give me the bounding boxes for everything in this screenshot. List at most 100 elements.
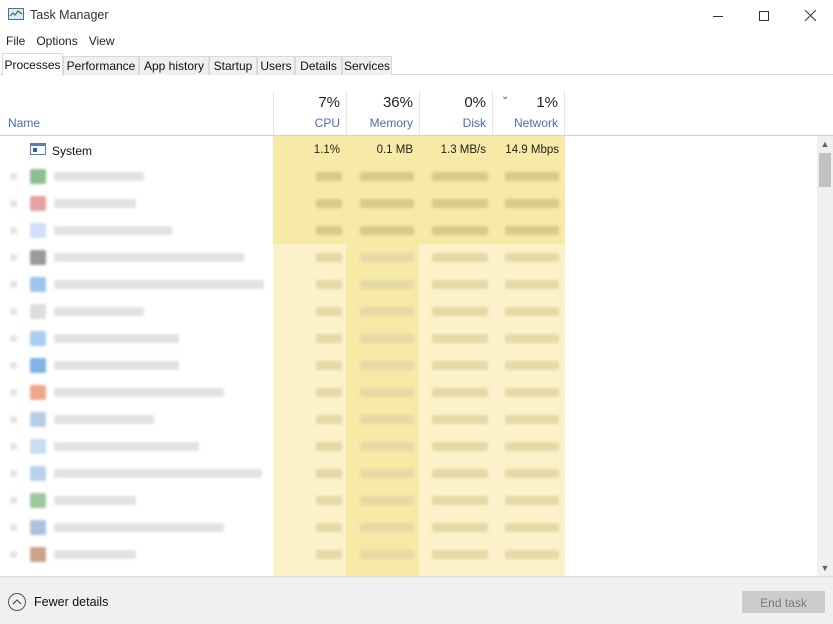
column-cpu[interactable]: 7% CPU [273,91,346,135]
process-memory-obscured [360,199,414,208]
table-row[interactable] [0,217,817,244]
scroll-down-arrow-icon[interactable]: ▼ [817,560,833,576]
table-row[interactable] [0,460,817,487]
tab-processes[interactable]: Processes [2,53,63,76]
process-disk-obscured [432,496,488,505]
process-name-obscured [54,523,224,532]
process-memory-obscured [360,388,414,397]
process-name-obscured [54,415,154,424]
expand-chevron-icon[interactable] [10,551,17,558]
process-disk-obscured [432,307,488,316]
tab-performance[interactable]: Performance [63,56,139,75]
table-row[interactable] [0,163,817,190]
footer-bar: Fewer details End task [0,576,833,624]
process-memory-obscured [360,280,414,289]
tab-startup[interactable]: Startup [209,56,257,75]
process-icon [30,277,46,292]
tab-users[interactable]: Users [257,56,295,75]
close-icon [804,10,816,21]
process-name-obscured [54,253,244,262]
column-memory[interactable]: 36% Memory [346,91,419,135]
process-disk-obscured [432,523,488,532]
process-disk-obscured [432,253,488,262]
table-row[interactable] [0,514,817,541]
process-cpu-obscured [316,415,342,424]
expand-chevron-icon[interactable] [10,308,17,315]
process-cpu-obscured [316,388,342,397]
table-row[interactable] [0,190,817,217]
table-row[interactable] [0,487,817,514]
maximize-icon [759,10,769,21]
expand-chevron-icon[interactable] [10,200,17,207]
system-window-icon [30,143,46,155]
process-memory-obscured [360,334,414,343]
expand-chevron-icon[interactable] [10,173,17,180]
scroll-up-arrow-icon[interactable]: ▲ [817,136,833,152]
table-row[interactable] [0,406,817,433]
tab-details[interactable]: Details [295,56,342,75]
process-memory-obscured [360,442,414,451]
column-name[interactable]: Name [8,116,40,130]
table-row[interactable] [0,541,817,568]
menu-view[interactable]: View [83,31,120,51]
memory-label: Memory [369,116,413,130]
column-network[interactable]: ⌄ 1% Network [492,91,565,135]
table-row[interactable] [0,325,817,352]
expand-chevron-icon[interactable] [10,254,17,261]
maximize-button[interactable] [741,0,787,31]
process-cpu-obscured [316,280,342,289]
expand-chevron-icon[interactable] [10,227,17,234]
process-name-obscured [54,334,179,343]
vertical-scrollbar[interactable]: ▲ ▼ [817,136,833,576]
sort-chevron-icon: ⌄ [501,91,510,102]
column-disk[interactable]: 0% Disk [419,91,492,135]
process-cpu-obscured [316,442,342,451]
cpu-label: CPU [314,116,340,130]
expand-chevron-icon[interactable] [10,362,17,369]
process-disk: 1.3 MB/s [440,144,486,156]
process-icon [30,304,46,319]
table-row[interactable] [0,433,817,460]
tab-services[interactable]: Services [342,56,392,75]
window-title: Task Manager [30,8,109,22]
process-cpu-obscured [316,469,342,478]
expand-chevron-icon[interactable] [10,281,17,288]
expand-chevron-icon[interactable] [10,443,17,450]
tab-app-history[interactable]: App history [139,56,209,75]
table-row[interactable] [0,298,817,325]
table-row[interactable] [0,352,817,379]
expand-chevron-icon[interactable] [10,497,17,504]
process-network-obscured [505,415,559,424]
table-row[interactable] [0,379,817,406]
process-network-obscured [505,442,559,451]
expand-chevron-icon[interactable] [10,389,17,396]
process-icon [30,250,46,265]
menu-bar: File Options View [0,31,833,51]
process-network-obscured [505,172,559,181]
process-memory-obscured [360,226,414,235]
expand-chevron-icon[interactable] [10,524,17,531]
process-disk-obscured [432,442,488,451]
expand-chevron-icon[interactable] [10,416,17,423]
process-name-obscured [54,388,224,397]
process-disk-obscured [432,550,488,559]
chevron-up-circle-icon[interactable] [8,593,26,611]
scrollbar-thumb[interactable] [819,153,831,187]
table-row[interactable] [0,271,817,298]
close-button[interactable] [787,0,833,31]
process-memory-obscured [360,253,414,262]
cpu-total: 7% [318,94,340,111]
table-row[interactable] [0,244,817,271]
fewer-details-link[interactable]: Fewer details [34,595,108,609]
expand-chevron-icon[interactable] [10,335,17,342]
menu-options[interactable]: Options [30,31,82,51]
process-disk-obscured [432,199,488,208]
expand-chevron-icon[interactable] [10,470,17,477]
process-network-obscured [505,496,559,505]
menu-file[interactable]: File [0,31,30,51]
table-row[interactable]: System 1.1% 0.1 MB 1.3 MB/s 14.9 Mbps [0,136,817,163]
process-icon [30,493,46,508]
tab-strip: Processes Performance App history Startu… [0,53,833,76]
end-task-button[interactable]: End task [742,591,825,613]
minimize-button[interactable] [695,0,741,31]
